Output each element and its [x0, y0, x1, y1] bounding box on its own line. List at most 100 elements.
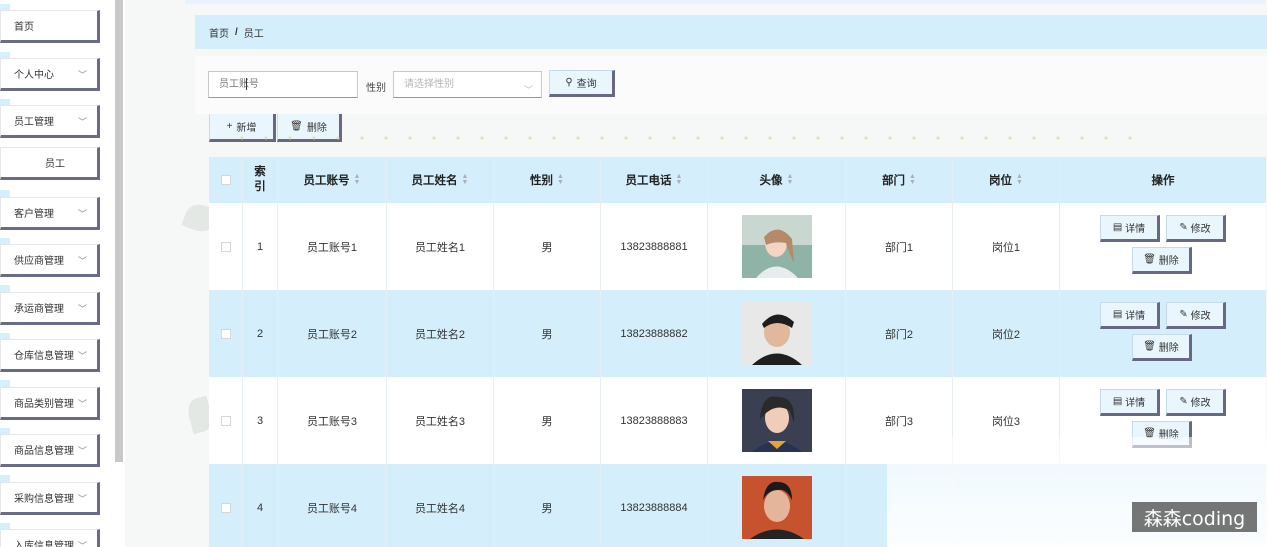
- sort-icon[interactable]: ▲ ▼: [787, 173, 794, 186]
- sidebar-item-label: 个人中心: [14, 70, 54, 81]
- chevron-down-icon: ﹀: [77, 256, 87, 266]
- detail-button[interactable]: ▤ 详情: [1100, 389, 1160, 416]
- delete-button[interactable]: 🗑 删除: [1132, 334, 1192, 361]
- chevron-down-icon: ﹀: [77, 117, 87, 127]
- cell-avatar: [708, 464, 846, 547]
- sidebar-item-purchase-mgmt[interactable]: 采购信息管理 ﹀: [0, 482, 100, 515]
- sidebar-item-label: 客户管理: [14, 209, 54, 220]
- header-position[interactable]: 岗位 ▲ ▼: [953, 157, 1060, 203]
- sidebar-item-label: 仓库信息管理: [14, 351, 74, 362]
- edit-button[interactable]: ✎ 修改: [1166, 389, 1226, 416]
- sort-icon[interactable]: ▲ ▼: [462, 173, 469, 186]
- sort-icon[interactable]: ▲ ▼: [354, 173, 361, 186]
- select-all-checkbox[interactable]: [220, 175, 231, 185]
- sidebar-item-carrier-mgmt[interactable]: 承运商管理 ﹀: [0, 292, 100, 325]
- sidebar-item-category-mgmt[interactable]: 商品类别管理 ﹀: [0, 387, 100, 420]
- cell-phone: 13823888881: [601, 203, 708, 290]
- pencil-icon: ✎: [1179, 222, 1188, 233]
- table-row: 1 员工账号1 员工姓名1 男 13823888881 部门1 岗位1 ▤ 详情…: [209, 203, 1266, 290]
- row-checkbox-cell: [209, 377, 243, 464]
- header-department[interactable]: 部门 ▲ ▼: [846, 157, 953, 203]
- sort-icon[interactable]: ▲ ▼: [909, 173, 916, 186]
- avatar-photo[interactable]: [741, 389, 812, 452]
- cell-index: 1: [243, 203, 278, 290]
- cell-account: 员工账号2: [278, 290, 387, 377]
- sidebar-item-label: 首页: [14, 22, 34, 33]
- actions-group: ▤ 详情 ✎ 修改 🗑 删除: [1060, 203, 1266, 290]
- header-avatar[interactable]: 头像 ▲ ▼: [708, 157, 846, 203]
- avatar-photo[interactable]: [741, 302, 812, 365]
- sort-icon[interactable]: ▲ ▼: [557, 173, 564, 186]
- sidebar-item-inbound-mgmt[interactable]: 入库信息管理 ﹀: [0, 529, 100, 547]
- header-actions: 操作: [1151, 175, 1175, 187]
- sidebar-subitem-employee[interactable]: 员工: [0, 147, 100, 180]
- sort-icon[interactable]: ▲ ▼: [1016, 173, 1023, 186]
- delete-button[interactable]: 🗑 删除: [1132, 247, 1192, 274]
- avatar-photo[interactable]: [741, 476, 812, 539]
- cell-name: 员工姓名3: [387, 377, 494, 464]
- header-name[interactable]: 员工姓名 ▲ ▼: [387, 157, 494, 203]
- top-strip: [185, 0, 1265, 4]
- sidebar-item-employee-mgmt[interactable]: 员工管理 ﹀: [0, 105, 100, 138]
- breadcrumb-home[interactable]: 首页: [209, 25, 229, 40]
- avatar-photo[interactable]: [741, 215, 812, 278]
- chevron-down-icon: ﹀: [77, 399, 87, 409]
- watermark: 森森coding: [1132, 502, 1257, 532]
- sidebar-item-customer-mgmt[interactable]: 客户管理 ﹀: [0, 197, 100, 230]
- breadcrumb: 首页 / 员工: [195, 15, 1267, 49]
- query-button-label: 查询: [576, 79, 597, 90]
- sidebar-item-profile[interactable]: 个人中心 ﹀: [0, 58, 100, 91]
- cell-position: 岗位1: [953, 203, 1060, 290]
- trash-icon: 🗑: [1143, 254, 1156, 265]
- row-checkbox-cell: [209, 290, 243, 377]
- sidebar-item-label: 入库信息管理: [14, 541, 74, 547]
- sidebar-item-label: 商品信息管理: [14, 446, 74, 457]
- chevron-down-icon: ﹀: [77, 351, 87, 361]
- text-cursor-icon: [246, 78, 248, 90]
- sidebar-item-warehouse-mgmt[interactable]: 仓库信息管理 ﹀: [0, 339, 100, 372]
- sidebar-item-product-mgmt[interactable]: 商品信息管理 ﹀: [0, 434, 100, 467]
- cell-gender: 男: [494, 290, 601, 377]
- row-checkbox[interactable]: [220, 415, 231, 426]
- sidebar-item-label: 供应商管理: [14, 256, 64, 267]
- chevron-down-icon: ﹀: [77, 209, 87, 219]
- account-search-input[interactable]: [208, 71, 358, 98]
- table-header: 索引 员工账号 ▲ ▼ 员工姓名 ▲ ▼ 性别 ▲ ▼ 员工电话 ▲ ▼ 头像 ▲ ▼ 部门 ▲ ▼ 岗…: [209, 157, 1266, 203]
- query-button[interactable]: ⚲ 查询: [549, 70, 615, 97]
- sidebar-item-supplier-mgmt[interactable]: 供应商管理 ﹀: [0, 244, 100, 277]
- header-gender[interactable]: 性别 ▲ ▼: [494, 157, 601, 203]
- sidebar-scrollbar[interactable]: [115, 0, 123, 462]
- cell-department: 部门1: [846, 203, 953, 290]
- sidebar-item-home[interactable]: 首页: [0, 10, 100, 43]
- row-checkbox[interactable]: [220, 328, 231, 339]
- cell-avatar: [708, 290, 846, 377]
- row-checkbox[interactable]: [220, 241, 231, 252]
- header-phone[interactable]: 员工电话 ▲ ▼: [601, 157, 708, 203]
- edit-button[interactable]: ✎ 修改: [1166, 302, 1226, 329]
- row-checkbox-cell: [209, 464, 243, 547]
- row-checkbox[interactable]: [220, 502, 231, 513]
- sort-icon[interactable]: ▲ ▼: [676, 173, 683, 186]
- cell-gender: 男: [494, 464, 601, 547]
- chevron-down-icon: ﹀: [77, 541, 87, 547]
- gender-select-placeholder: 请选择性别: [404, 79, 454, 90]
- row-checkbox-cell: [209, 203, 243, 290]
- cell-account: 员工账号3: [278, 377, 387, 464]
- sidebar-item-label: 承运商管理: [14, 304, 64, 315]
- cell-index: 2: [243, 290, 278, 377]
- header-index: 索引: [243, 157, 278, 203]
- bulk-delete-button-label: 删除: [306, 123, 327, 134]
- detail-button[interactable]: ▤ 详情: [1100, 302, 1160, 329]
- cell-phone: 13823888884: [601, 464, 708, 547]
- document-icon: ▤: [1112, 396, 1123, 407]
- pencil-icon: ✎: [1179, 396, 1188, 407]
- add-button-label: 新增: [236, 123, 257, 134]
- header-account[interactable]: 员工账号 ▲ ▼: [278, 157, 387, 203]
- cell-index: 3: [243, 377, 278, 464]
- cell-avatar: [708, 377, 846, 464]
- edit-button[interactable]: ✎ 修改: [1166, 215, 1226, 242]
- breadcrumb-current: 员工: [243, 28, 264, 40]
- sidebar-item-label: 员工管理: [14, 117, 54, 128]
- gender-select[interactable]: 请选择性别 ﹀: [393, 71, 542, 98]
- detail-button[interactable]: ▤ 详情: [1100, 215, 1160, 242]
